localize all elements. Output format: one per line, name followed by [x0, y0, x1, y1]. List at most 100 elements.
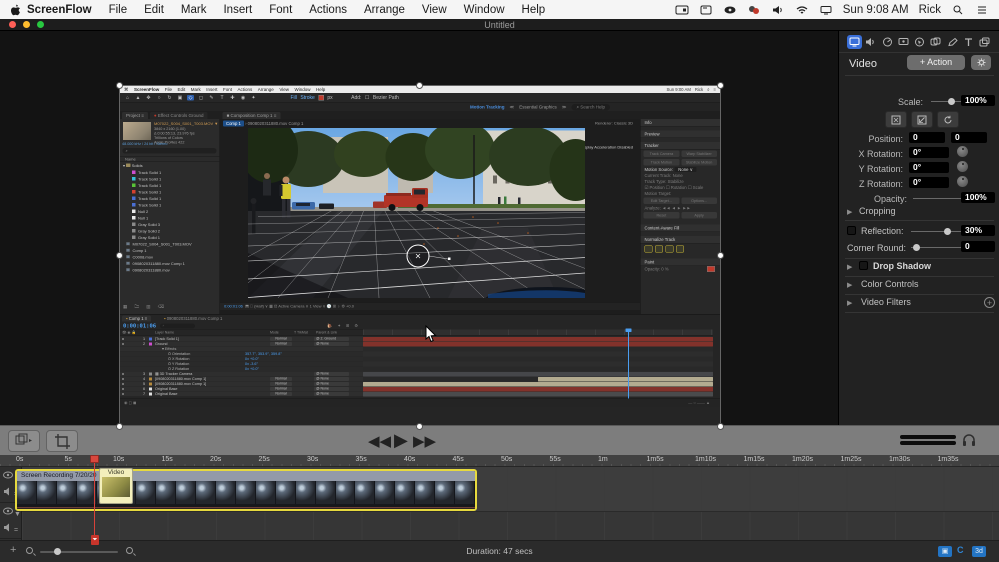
c-mode-icon[interactable]: C [957, 545, 964, 555]
corner-round-slider-thumb[interactable] [913, 244, 920, 251]
ae-timeline-tab2[interactable]: ▪ 0908020311880.mov Comp 1 [160, 316, 226, 322]
apple-icon[interactable] [10, 4, 21, 16]
ae-layer-eye-icon[interactable] [122, 338, 124, 340]
opacity-value[interactable]: 100% [961, 192, 995, 203]
track-resize-handle[interactable]: = [14, 527, 18, 534]
annotations-tab-icon[interactable] [945, 35, 960, 49]
menu-font[interactable]: Font [269, 4, 292, 16]
threed-mode-icon[interactable]: 3d [972, 546, 986, 557]
ae-parent-link[interactable]: @ None [314, 392, 349, 396]
ae-layer-bar[interactable] [363, 387, 713, 392]
ae-parent-link[interactable]: @ 2. Ground [314, 337, 349, 341]
ae-parent-link[interactable]: @ None [314, 372, 349, 376]
x-rotation-field[interactable]: 0° [909, 147, 949, 158]
reflection-value[interactable]: 30% [961, 225, 995, 236]
cropping-section[interactable]: Cropping [859, 206, 896, 216]
selection-handle-bottom-center[interactable] [416, 423, 423, 430]
ae-layer-eye-icon[interactable] [122, 373, 124, 375]
ae-layer-eye-icon[interactable] [122, 393, 124, 395]
ae-playhead-handle[interactable] [626, 329, 632, 333]
normalize-track-panel[interactable]: Normalize Track [641, 236, 721, 244]
apply-button[interactable]: Apply [681, 212, 717, 219]
reflection-checkbox[interactable] [847, 226, 856, 235]
track-camera-button[interactable]: Track Camera [644, 151, 680, 158]
scale-slider-thumb[interactable] [948, 98, 955, 105]
track-visibility-icon[interactable] [3, 507, 13, 515]
corner-round-value[interactable]: 0 [961, 241, 995, 252]
video-properties-tab-icon[interactable] [847, 35, 862, 49]
media-library-tab-icon[interactable] [977, 35, 992, 49]
ae-parent-link[interactable]: @ None [314, 382, 349, 386]
play-button[interactable]: ▶ [394, 430, 408, 451]
display-icon[interactable] [819, 4, 833, 16]
previous-frame-button[interactable]: ◀◀ [368, 432, 391, 450]
menu-view[interactable]: View [422, 4, 447, 16]
project-search-field[interactable]: ⌕ [123, 148, 217, 154]
playhead-bottom-marker[interactable]: ⏷ [91, 535, 99, 545]
ae-parent-link[interactable]: @ None [314, 342, 349, 346]
gauge-tab-icon[interactable] [880, 35, 895, 49]
normalize-track-buttons[interactable] [641, 244, 721, 256]
add-media-button[interactable] [8, 430, 40, 452]
menu-insert[interactable]: Insert [223, 4, 252, 16]
ae-layer-eye-icon[interactable] [122, 378, 124, 380]
window-icon[interactable] [699, 4, 713, 16]
selection-handle-bottom-right[interactable] [717, 423, 724, 430]
reflection-slider-thumb[interactable] [944, 228, 951, 235]
color-controls-section[interactable]: Color Controls [861, 279, 919, 289]
paint-color-swatch[interactable] [707, 266, 715, 272]
track-move-down-icon[interactable]: ▼ [14, 511, 21, 518]
ae-layer-bar[interactable] [363, 372, 713, 377]
add-action-button[interactable]: + Action [907, 55, 965, 70]
ae-timeline-search[interactable]: ⌕ [160, 324, 195, 329]
menu-actions[interactable]: Actions [309, 4, 347, 16]
ae-blend-mode[interactable]: Normal [270, 392, 292, 396]
ae-parent-link[interactable]: @ None [314, 387, 349, 391]
position-x-field[interactable]: 0 [909, 132, 945, 143]
ae-blend-mode[interactable]: Normal [270, 387, 292, 391]
selection-handle-mid-right[interactable] [717, 252, 724, 259]
track-audio-icon[interactable] [3, 523, 13, 532]
add-video-filter-button[interactable]: + [984, 297, 995, 308]
menu-file[interactable]: File [109, 4, 128, 16]
inspector-gear-button[interactable] [971, 55, 991, 70]
project-file-item[interactable]: 0908020311880.mov [120, 267, 220, 274]
x-rotation-knob[interactable] [957, 146, 968, 157]
video-filters-section[interactable]: Video Filters [861, 297, 911, 307]
menu-edit[interactable]: Edit [144, 4, 164, 16]
ae-blend-mode[interactable]: Normal [270, 337, 292, 341]
ae-blend-mode[interactable]: Normal [270, 377, 292, 381]
track-audio-icon[interactable] [3, 487, 13, 496]
menu-window[interactable]: Window [464, 4, 505, 16]
options-button[interactable]: Options... [681, 198, 717, 205]
ae-info-panel[interactable]: Info [641, 119, 721, 127]
ae-layer-eye-icon[interactable] [122, 383, 124, 385]
ae-blend-mode[interactable]: Normal [270, 342, 292, 346]
ae-layer-bar[interactable] [363, 337, 713, 342]
reset-rotation-button[interactable] [937, 111, 959, 128]
video-clip[interactable]: Screen Recording 7/20/20 [15, 469, 477, 511]
position-y-field[interactable]: 0 [951, 132, 987, 143]
drop-shadow-section[interactable]: Drop Shadow [873, 261, 931, 271]
notification-center-icon[interactable] [975, 4, 989, 16]
ae-layer-eye-icon[interactable] [122, 343, 124, 345]
paint-panel[interactable]: Paint [641, 259, 721, 267]
ae-timeline-tab1[interactable]: ▪ Comp 1 ≡ [122, 316, 151, 322]
ae-layer-eye-icon[interactable] [122, 388, 124, 390]
eye-icon[interactable] [723, 4, 737, 16]
y-rotation-knob[interactable] [957, 161, 968, 172]
z-rotation-knob[interactable] [957, 176, 968, 187]
track-visibility-icon[interactable] [3, 471, 13, 479]
audio-properties-tab-icon[interactable] [863, 35, 878, 49]
selection-handle-top-left[interactable] [116, 82, 123, 89]
drop-shadow-checkbox[interactable] [859, 261, 868, 270]
menu-help[interactable]: Help [522, 4, 546, 16]
text-properties-tab-icon[interactable] [961, 35, 976, 49]
stabilize-motion-button[interactable]: Stabilize Motion [681, 159, 717, 166]
warp-stabilizer-button[interactable]: Warp Stabilizer [681, 151, 717, 158]
playhead-line[interactable] [94, 455, 95, 540]
menubar-clock[interactable]: Sun 9:08 AM [843, 4, 909, 16]
video-clip-preview[interactable]: ⌘ ScreenFlow File Edit Mark Insert Font … [120, 86, 720, 426]
next-frame-button[interactable]: ▶▶ [413, 432, 436, 450]
touch-callout-tab-icon[interactable] [928, 35, 943, 49]
